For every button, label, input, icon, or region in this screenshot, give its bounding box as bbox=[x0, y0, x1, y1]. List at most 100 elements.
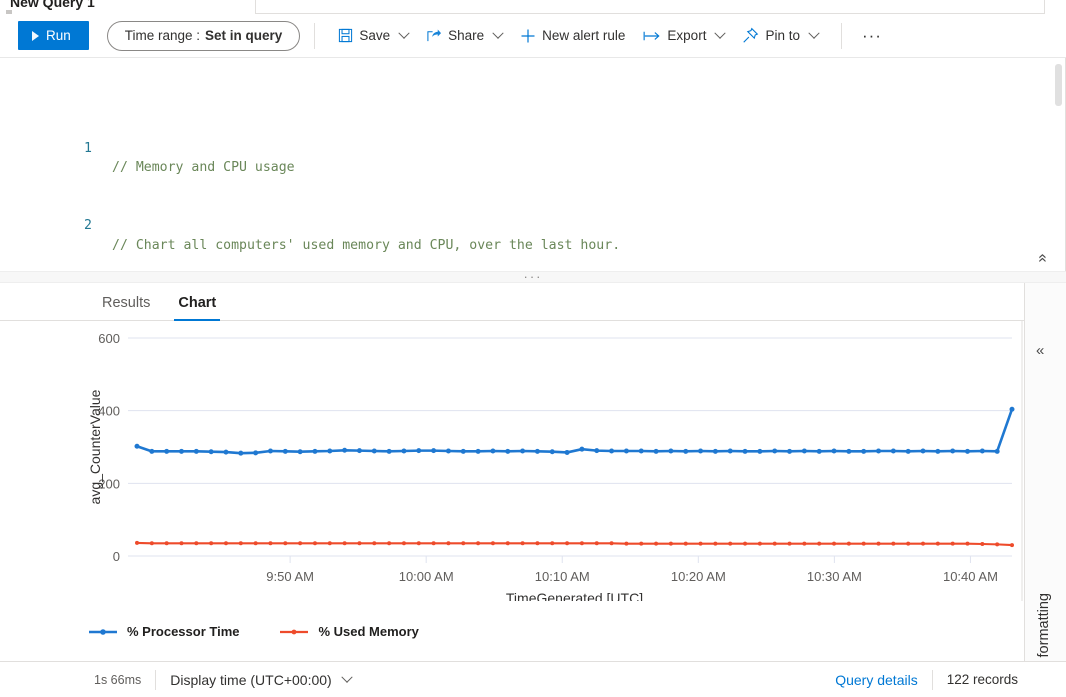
data-point bbox=[164, 448, 170, 454]
legend-label: % Used Memory bbox=[318, 624, 419, 639]
data-point bbox=[179, 541, 184, 546]
x-tick-label: 9:50 AM bbox=[266, 569, 314, 584]
query-code[interactable]: 1 // Memory and CPU usage 2 // Chart all… bbox=[0, 62, 1065, 271]
data-point bbox=[476, 541, 481, 546]
data-point bbox=[565, 541, 570, 546]
data-point bbox=[950, 541, 955, 546]
window-controls[interactable]: ·· bbox=[1035, 0, 1054, 4]
share-button[interactable]: Share bbox=[417, 20, 511, 52]
data-point bbox=[950, 448, 956, 454]
data-point bbox=[668, 541, 673, 546]
editor-scrollbar[interactable] bbox=[1055, 64, 1062, 106]
time-range-prefix: Time range : bbox=[124, 28, 201, 43]
panel-splitter[interactable]: ··· bbox=[0, 270, 1066, 283]
data-point bbox=[609, 541, 614, 546]
chevron-down-icon bbox=[341, 671, 353, 683]
data-point bbox=[357, 541, 362, 546]
series-line bbox=[135, 407, 1014, 455]
data-point bbox=[935, 448, 941, 454]
record-count: 122 records bbox=[946, 672, 1018, 687]
data-point bbox=[371, 448, 377, 454]
editor-collapse-button[interactable]: » bbox=[1034, 254, 1051, 263]
tab-results[interactable]: Results bbox=[98, 295, 154, 320]
x-tick-label: 10:30 AM bbox=[807, 569, 862, 584]
data-point bbox=[149, 448, 155, 454]
query-editor[interactable]: 1 // Memory and CPU usage 2 // Chart all… bbox=[0, 58, 1066, 271]
export-button[interactable]: Export bbox=[634, 20, 733, 52]
data-point bbox=[1009, 406, 1015, 412]
data-point bbox=[801, 448, 807, 454]
query-details-link[interactable]: Query details bbox=[835, 672, 917, 688]
data-point bbox=[713, 541, 718, 546]
data-point bbox=[149, 541, 154, 546]
data-point bbox=[298, 541, 303, 546]
data-point bbox=[520, 541, 525, 546]
y-tick-label: 600 bbox=[98, 331, 120, 346]
run-button-label: Run bbox=[46, 28, 71, 43]
data-point bbox=[312, 541, 317, 546]
data-point bbox=[253, 450, 259, 456]
tab-chart[interactable]: Chart bbox=[174, 295, 221, 321]
code-line: 1 // Memory and CPU usage bbox=[0, 120, 1065, 175]
run-button[interactable]: Run bbox=[18, 21, 89, 50]
data-point bbox=[594, 541, 599, 546]
data-point bbox=[490, 448, 496, 454]
status-divider-2 bbox=[931, 669, 933, 690]
data-point bbox=[297, 449, 303, 455]
window-tab-strip: New Query 1 ·· bbox=[0, 0, 1066, 14]
data-point bbox=[772, 448, 778, 454]
data-point bbox=[267, 448, 273, 454]
legend-item-used-memory[interactable]: % Used Memory bbox=[279, 624, 419, 639]
data-point bbox=[208, 449, 214, 455]
data-point bbox=[876, 541, 881, 546]
data-point bbox=[178, 448, 184, 454]
x-tick-label: 10:00 AM bbox=[399, 569, 454, 584]
data-point bbox=[535, 541, 540, 546]
line-number: 2 bbox=[84, 218, 92, 234]
data-point bbox=[757, 541, 762, 546]
rail-collapse-button[interactable]: « bbox=[1036, 343, 1044, 358]
legend-line-icon bbox=[280, 629, 309, 634]
data-point bbox=[135, 540, 139, 545]
data-point bbox=[639, 541, 644, 546]
timechart-svg[interactable]: 0200400600avg_CounterValue9:50 AM 10:00 A… bbox=[0, 321, 1024, 601]
data-point bbox=[356, 448, 362, 454]
data-point bbox=[920, 448, 926, 454]
new-alert-rule-label: New alert rule bbox=[542, 28, 626, 43]
data-point bbox=[727, 448, 733, 454]
data-point bbox=[193, 448, 199, 454]
data-point bbox=[505, 448, 511, 454]
export-label: Export bbox=[667, 28, 707, 43]
line-number: 1 bbox=[84, 141, 92, 157]
data-point bbox=[979, 448, 985, 454]
data-point bbox=[134, 443, 140, 449]
data-point bbox=[401, 541, 406, 546]
pin-to-button[interactable]: Pin to bbox=[733, 20, 827, 52]
time-range-picker[interactable]: Time range : Set in query bbox=[106, 20, 301, 51]
data-point bbox=[342, 541, 347, 546]
chart-formatting-rail[interactable]: « Chart formatting bbox=[1024, 283, 1066, 697]
code-line: 2 // Chart all computers' used memory an… bbox=[0, 197, 1065, 252]
series-line bbox=[135, 541, 1014, 547]
y-tick-label: 0 bbox=[113, 549, 120, 564]
floppy-disk-icon bbox=[338, 28, 353, 43]
new-alert-rule-button[interactable]: New alert rule bbox=[511, 20, 634, 52]
data-point bbox=[209, 541, 214, 546]
save-button[interactable]: Save bbox=[329, 20, 417, 52]
display-time-selector[interactable]: Display time (UTC+00:00) bbox=[170, 671, 353, 688]
chart-legend: % Processor Time % Used Memory bbox=[88, 624, 419, 639]
data-point bbox=[728, 541, 733, 546]
data-point bbox=[549, 449, 555, 455]
data-point bbox=[743, 541, 748, 546]
query-tab-title[interactable]: New Query 1 bbox=[10, 0, 95, 10]
data-point bbox=[594, 448, 600, 454]
data-point bbox=[623, 448, 629, 454]
more-commands-button[interactable]: ··· bbox=[856, 21, 888, 51]
data-point bbox=[268, 541, 273, 546]
data-point bbox=[624, 541, 629, 546]
data-point bbox=[816, 448, 822, 454]
data-point bbox=[283, 541, 288, 546]
legend-item-processor-time[interactable]: % Processor Time bbox=[88, 624, 239, 639]
data-point bbox=[401, 448, 407, 454]
query-duration: 1s 66ms bbox=[94, 672, 142, 687]
